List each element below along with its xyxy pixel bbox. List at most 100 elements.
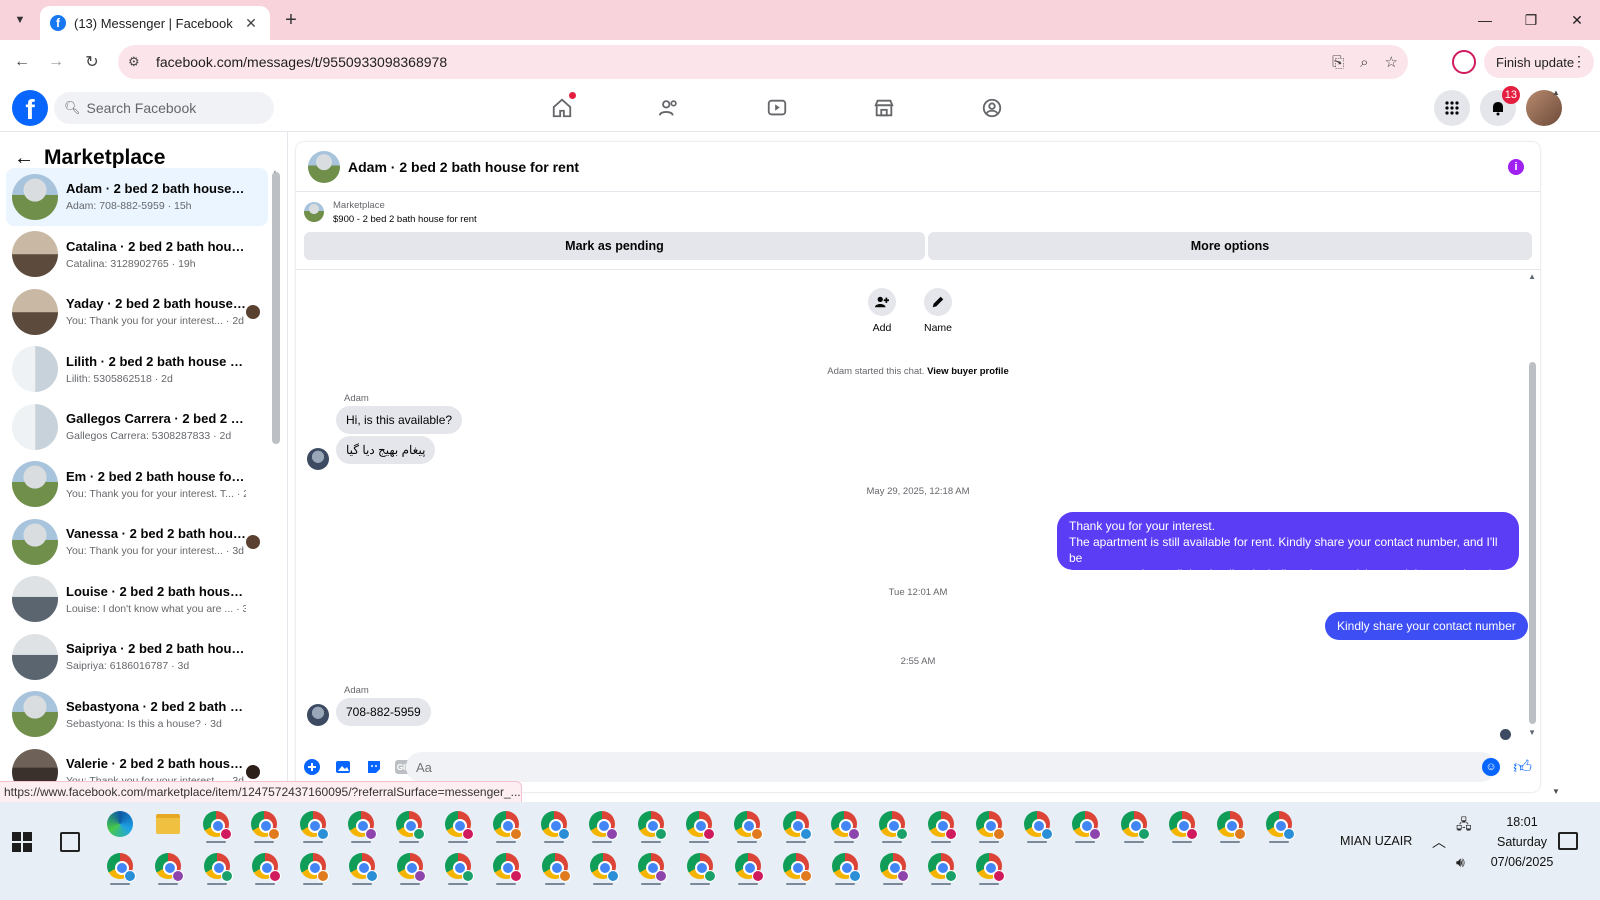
page-scroll-down-icon[interactable]: ▼: [1552, 787, 1560, 796]
chrome-window-icon[interactable]: [583, 846, 623, 886]
notifications-bell-icon[interactable]: 13: [1480, 86, 1520, 126]
chrome-window-icon[interactable]: [679, 804, 719, 844]
edge-icon[interactable]: [100, 804, 140, 844]
zoom-magnifier-icon[interactable]: ⌕: [1360, 54, 1368, 71]
sticker-icon[interactable]: [365, 758, 383, 776]
chat-scroll-down-icon[interactable]: ▼: [1528, 728, 1536, 737]
conversation-item[interactable]: Sebastyona · 2 bed 2 bath hous... Sebasty…: [6, 686, 268, 744]
bookmark-star-icon[interactable]: ☆: [1385, 53, 1398, 71]
chrome-window-icon[interactable]: [873, 846, 913, 886]
chrome-window-icon[interactable]: [342, 846, 382, 886]
system-clock[interactable]: 18:01 Saturday 07/06/2025: [1482, 812, 1562, 872]
chat-scrollbar[interactable]: [1529, 362, 1536, 724]
chrome-window-icon[interactable]: [390, 846, 430, 886]
chrome-window-icon[interactable]: [727, 804, 767, 844]
conversation-item[interactable]: Catalina · 2 bed 2 bath house fo... Catal…: [6, 226, 268, 284]
chrome-window-icon[interactable]: [1162, 804, 1202, 844]
mark-as-pending-button[interactable]: Mark as pending: [304, 232, 925, 260]
conversation-item[interactable]: Vanessa · 2 bed 2 bath house ... You: Tha…: [6, 513, 268, 571]
chrome-window-icon[interactable]: [728, 846, 768, 886]
conversation-item[interactable]: Gallegos Carrera · 2 bed 2 bath ... Galle…: [6, 398, 268, 456]
chrome-window-icon[interactable]: [534, 804, 574, 844]
back-arrow-icon[interactable]: ←: [10, 50, 34, 74]
chrome-window-icon[interactable]: [293, 804, 333, 844]
chrome-window-icon[interactable]: [486, 846, 526, 886]
sender-avatar[interactable]: [307, 704, 329, 726]
conversation-item[interactable]: Louise · 2 bed 2 bath house for ... Louis…: [6, 571, 268, 629]
chrome-window-icon[interactable]: [1210, 804, 1250, 844]
listing-mini-thumbnail[interactable]: [304, 202, 324, 222]
chat-scroll-up-icon[interactable]: ▲: [1528, 272, 1536, 281]
site-info-icon[interactable]: ⚙: [128, 54, 148, 70]
sender-avatar[interactable]: [307, 448, 329, 470]
menu-grid-icon[interactable]: [1434, 90, 1470, 126]
photo-icon[interactable]: [334, 758, 352, 776]
home-icon[interactable]: [548, 92, 576, 122]
chrome-window-icon[interactable]: [921, 804, 961, 844]
windows-start-icon[interactable]: [12, 832, 32, 852]
chrome-window-icon[interactable]: [100, 846, 140, 886]
conversation-item[interactable]: Lilith · 2 bed 2 bath house for r... Lili…: [6, 341, 268, 399]
chrome-window-icon[interactable]: [776, 846, 816, 886]
reload-icon[interactable]: ↻: [80, 50, 104, 74]
forward-arrow-icon[interactable]: →: [44, 50, 68, 74]
chat-listing-thumbnail[interactable]: [308, 150, 340, 183]
file-explorer-icon[interactable]: [148, 804, 188, 844]
emoji-icon[interactable]: ☺: [1482, 758, 1500, 776]
chrome-window-icon[interactable]: [825, 846, 865, 886]
plus-circle-icon[interactable]: [303, 758, 321, 776]
friends-icon[interactable]: [655, 94, 683, 122]
incoming-message[interactable]: Hi, is this available?: [336, 406, 463, 434]
incoming-message[interactable]: پیغام بھیج دیا گیا: [336, 436, 436, 464]
kebab-menu-icon[interactable]: ⋮: [1572, 53, 1586, 70]
message-input[interactable]: [406, 752, 1496, 782]
info-icon[interactable]: i: [1508, 159, 1524, 175]
chrome-window-icon[interactable]: [438, 804, 478, 844]
chrome-window-icon[interactable]: [969, 846, 1009, 886]
outgoing-message[interactable]: Thank you for your interest. The apartme…: [1057, 512, 1519, 581]
incoming-message[interactable]: 708-882-5959: [336, 698, 431, 726]
chrome-window-icon[interactable]: [535, 846, 575, 886]
address-bar[interactable]: ⚙ facebook.com/messages/t/95509330983689…: [118, 45, 1408, 79]
chrome-window-icon[interactable]: [1017, 804, 1057, 844]
restore-icon[interactable]: ❐: [1508, 0, 1554, 40]
network-icon[interactable]: 🖧︎: [1456, 814, 1472, 838]
chrome-window-icon[interactable]: [438, 846, 478, 886]
chrome-window-icon[interactable]: [389, 804, 429, 844]
minimize-icon[interactable]: —: [1462, 0, 1508, 40]
install-app-icon[interactable]: ⎘: [1332, 54, 1344, 71]
chrome-window-icon[interactable]: [1065, 804, 1105, 844]
name-chat-action[interactable]: Name: [918, 288, 958, 334]
outgoing-message[interactable]: Kindly share your contact number: [1325, 612, 1528, 640]
chrome-window-icon[interactable]: [197, 846, 237, 886]
more-options-button[interactable]: More options: [928, 232, 1532, 260]
browser-tab-messenger[interactable]: f (13) Messenger | Facebook ✕: [40, 6, 270, 40]
chrome-window-icon[interactable]: [486, 804, 526, 844]
facebook-search[interactable]: 🔍︎: [54, 92, 274, 124]
chrome-window-icon[interactable]: [680, 846, 720, 886]
chat-title[interactable]: Adam · 2 bed 2 bath house for rent: [348, 159, 579, 175]
listing-price[interactable]: $900 - 2 bed 2 bath house for rent: [333, 214, 477, 225]
thumbs-up-icon[interactable]: 👍︎: [1513, 756, 1532, 778]
new-tab-plus-icon[interactable]: +: [280, 9, 302, 31]
tab-search-chevron-icon[interactable]: ▼: [8, 8, 32, 32]
conversation-item[interactable]: Em · 2 bed 2 bath house for rent You: Tha…: [6, 456, 268, 514]
chrome-window-icon[interactable]: [921, 846, 961, 886]
task-view-icon[interactable]: [60, 832, 80, 852]
address-url[interactable]: facebook.com/messages/t/9550933098368978: [156, 54, 447, 70]
conversation-item[interactable]: Yaday · 2 bed 2 bath house fo... You: Tha…: [6, 283, 268, 341]
conversation-item[interactable]: Adam · 2 bed 2 bath house for r... Adam: …: [6, 168, 268, 226]
chrome-window-icon[interactable]: [631, 804, 671, 844]
facebook-logo-icon[interactable]: f: [12, 90, 48, 126]
facebook-search-input[interactable]: [86, 100, 257, 116]
finish-update-button[interactable]: Finish update ⋮: [1484, 46, 1594, 78]
page-scroll-up-icon[interactable]: ▲: [1552, 88, 1560, 97]
chrome-window-icon[interactable]: [824, 804, 864, 844]
chrome-window-icon[interactable]: [1259, 804, 1299, 844]
browser-profile-icon[interactable]: [1452, 50, 1476, 74]
action-center-icon[interactable]: [1558, 832, 1578, 850]
video-icon[interactable]: [763, 94, 791, 122]
view-buyer-profile-link[interactable]: View buyer profile: [927, 366, 1009, 377]
sidebar-scrollbar[interactable]: [272, 172, 280, 444]
chrome-window-icon[interactable]: [196, 804, 236, 844]
